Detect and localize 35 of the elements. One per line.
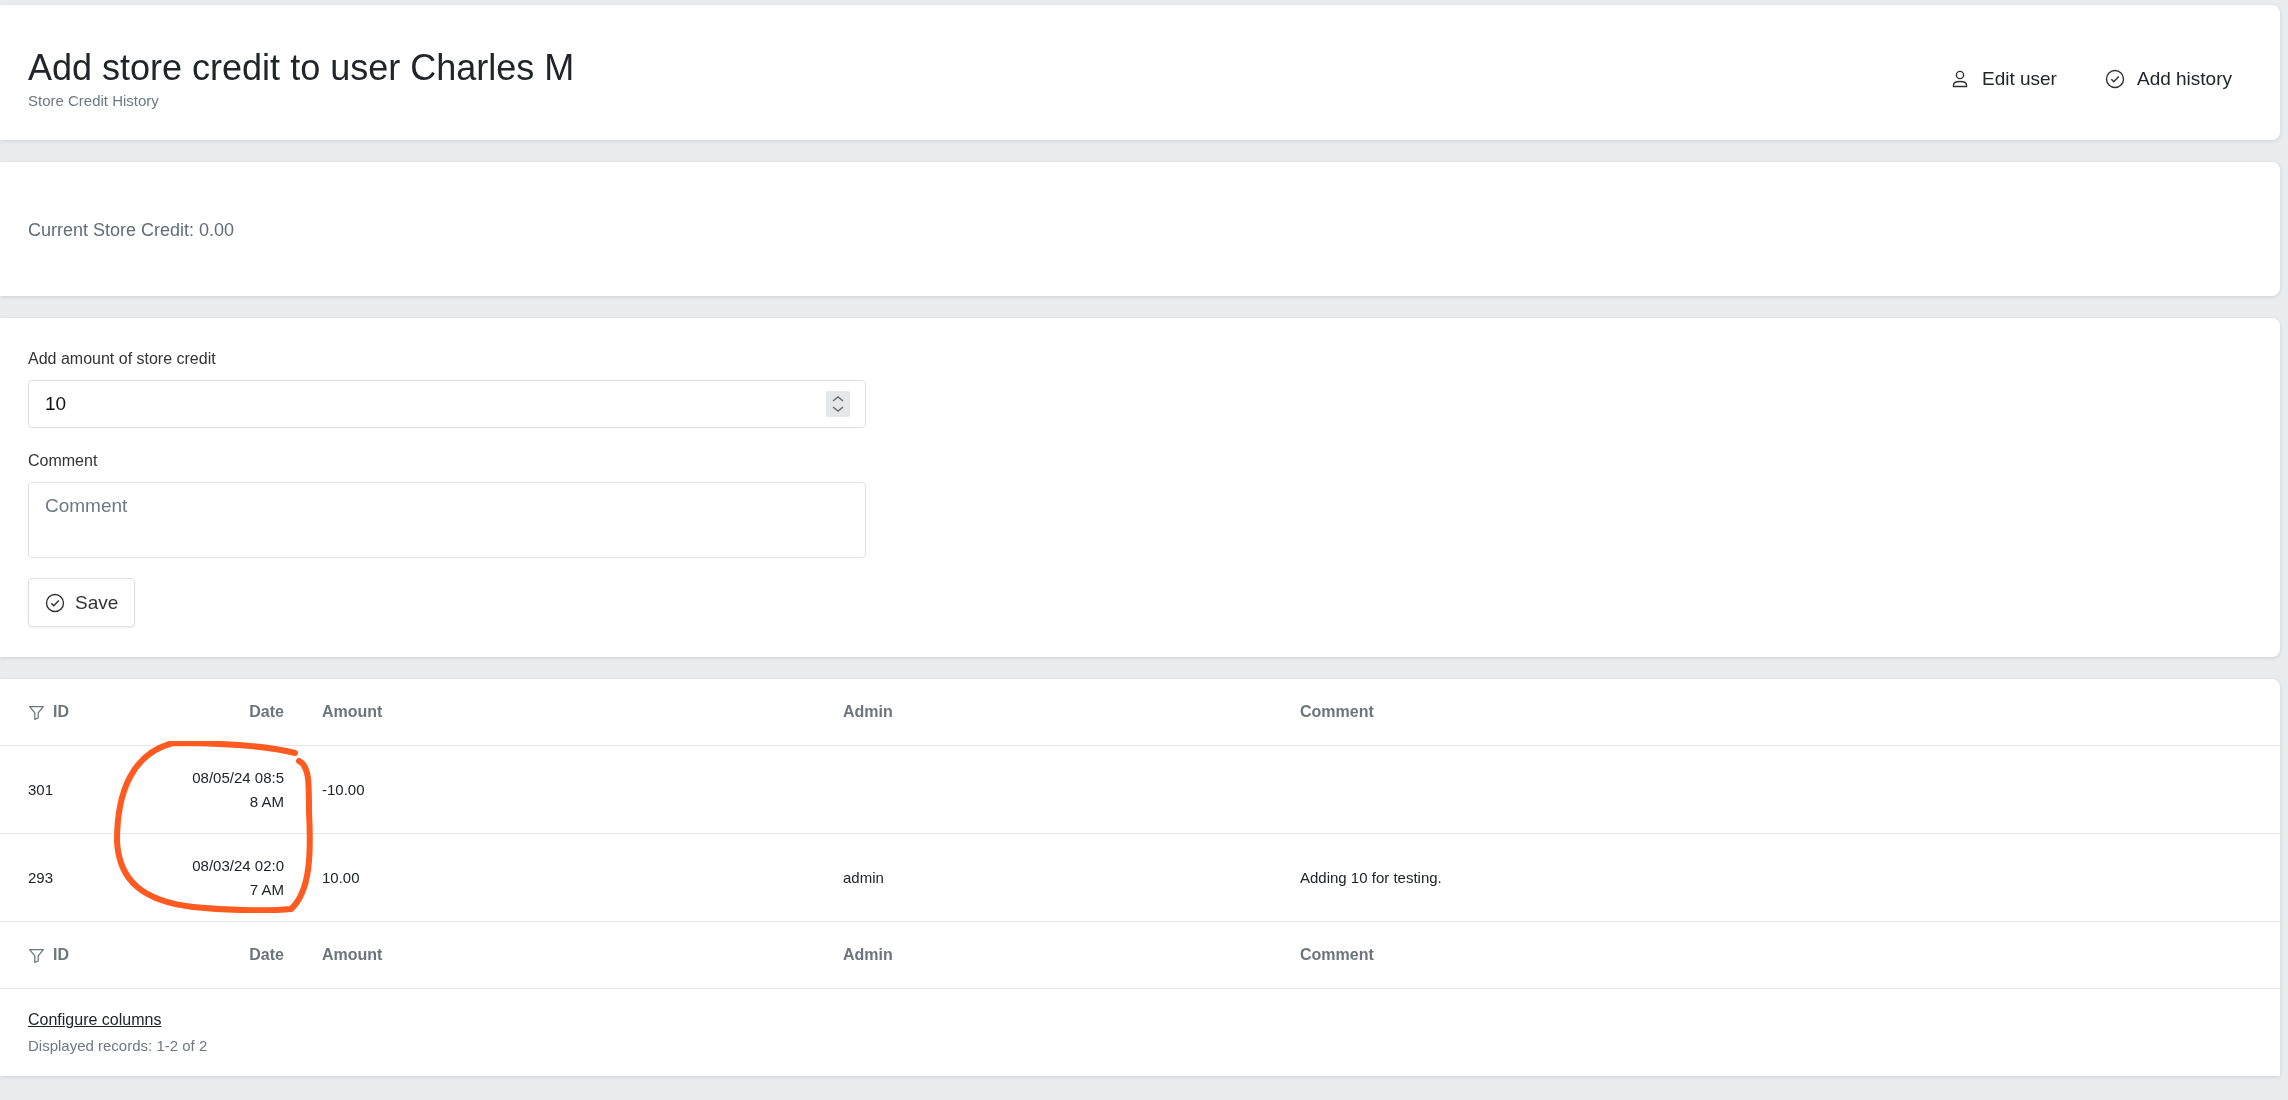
column-header[interactable]: Date (249, 703, 284, 721)
column-header[interactable]: Comment (1300, 703, 1374, 721)
field-label: Add amount of store credit (28, 350, 217, 368)
check-circle-icon (2104, 68, 2125, 89)
table-cell: 301 (28, 781, 54, 798)
table-cell: -10.00 (322, 781, 365, 798)
number-input-field[interactable]: 10 (28, 380, 866, 428)
column-header[interactable]: Amount (322, 946, 383, 964)
check-circle-icon (45, 592, 65, 613)
column-header[interactable]: Amount (322, 703, 383, 721)
spinner-arrows-icon (826, 391, 850, 417)
column-header[interactable]: ID (53, 703, 69, 721)
column-header[interactable]: Comment (1300, 946, 1374, 964)
add-history-button[interactable]: Add history (2104, 67, 2232, 90)
page-title: Add store credit to user Charles M (28, 48, 575, 88)
table-cell-text: 08/03/24 02:07 AM (191, 855, 284, 900)
comment-field[interactable]: Comment (28, 482, 866, 558)
column-header[interactable]: ID (53, 946, 69, 964)
page-subtitle: Store Credit History (28, 92, 160, 109)
save-button[interactable]: Save (28, 578, 136, 627)
filter-icon[interactable] (28, 703, 45, 721)
field-label: Comment (28, 452, 99, 470)
filter-icon[interactable] (28, 946, 45, 964)
column-header[interactable]: Admin (843, 946, 893, 964)
table-cell: 293 (28, 869, 54, 886)
table-cell: admin (843, 869, 884, 886)
record-count: Displayed records: 1-2 of 2 (28, 1037, 209, 1054)
table-cell: Adding 10 for testing. (1300, 869, 1442, 886)
configure-columns-link[interactable]: Configure columns (28, 1011, 162, 1029)
table-cell-text: 08/05/24 08:58 AM (191, 767, 284, 812)
table-cell: 10.00 (322, 869, 360, 886)
column-header[interactable]: Admin (843, 703, 893, 721)
store-credit-balance: Current Store Credit: 0.00 (27, 219, 236, 242)
edit-user-button[interactable]: Edit user (1949, 67, 2057, 90)
column-header[interactable]: Date (249, 946, 284, 964)
